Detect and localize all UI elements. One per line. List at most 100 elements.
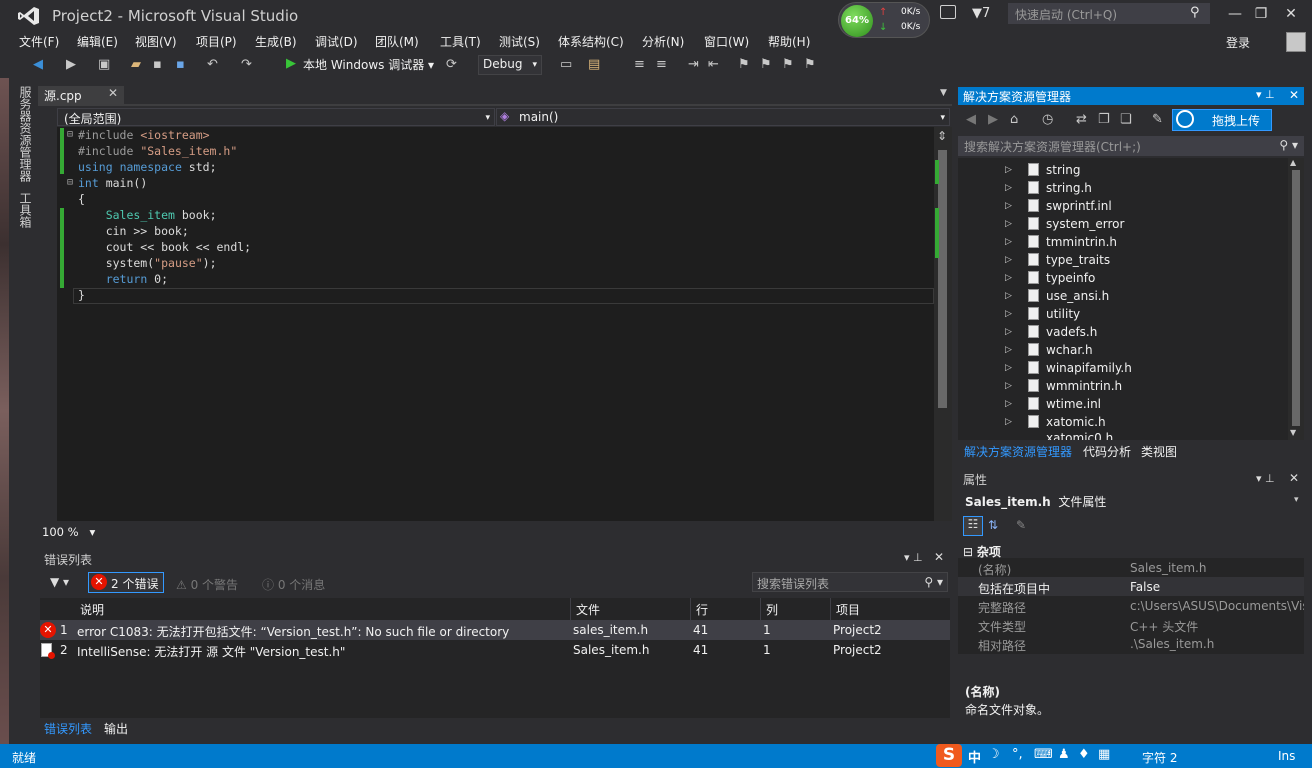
save-all-icon[interactable]: ▪ — [176, 57, 185, 72]
pin-icon[interactable]: ▾ ⊥ — [1256, 472, 1275, 485]
expand-icon[interactable]: ▷ — [1005, 237, 1012, 247]
code-line-3[interactable]: using namespace std; — [78, 160, 217, 176]
quick-launch-input[interactable]: 快速启动 (Ctrl+Q) — [1008, 3, 1210, 24]
code-line-8[interactable]: cout << book << endl; — [78, 240, 251, 256]
messages-filter-button[interactable]: ⓘ 0 个消息 — [262, 576, 325, 593]
keyboard-icon[interactable]: ⌨ — [1034, 747, 1053, 762]
tree-item[interactable]: winapifamily.h — [1046, 361, 1132, 375]
save-icon[interactable]: ▪ — [153, 57, 162, 72]
start-debugging-button[interactable]: 本地 Windows 调试器 ▾ — [286, 56, 434, 73]
properties-object-selector[interactable]: Sales_item.h 文件属性 — [965, 493, 1106, 510]
menu-window[interactable]: 窗口(W) — [704, 33, 749, 50]
split-icon[interactable]: ⇕ — [937, 129, 947, 143]
tree-item[interactable]: use_ansi.h — [1046, 289, 1109, 303]
tab-error-list[interactable]: 错误列表 — [44, 720, 92, 737]
collapse-icon[interactable]: ⊟ — [67, 177, 73, 188]
uncomment-icon[interactable]: ≡ — [656, 57, 667, 72]
properties-wrench-icon[interactable]: ✎ — [1152, 112, 1163, 127]
code-line-6[interactable]: Sales_item book; — [78, 208, 217, 224]
expand-icon[interactable]: ▷ — [1005, 273, 1012, 283]
sync-icon[interactable]: ⇄ — [1076, 112, 1087, 127]
pin-icon[interactable]: ▾ ⊥ — [904, 551, 923, 564]
chevron-down-icon[interactable]: ▾ — [1294, 495, 1299, 505]
tree-item[interactable]: swprintf.inl — [1046, 199, 1112, 213]
expand-icon[interactable]: ▷ — [1005, 363, 1012, 373]
minimize-button[interactable]: — — [1222, 3, 1248, 25]
new-project-icon[interactable]: ▣ — [98, 57, 110, 72]
error-search-input[interactable]: 搜索错误列表 ⚲ ▾ — [752, 572, 948, 592]
column-header-file[interactable]: 文件 — [576, 601, 600, 618]
sogou-ime-icon[interactable]: S — [936, 744, 962, 767]
tree-item[interactable]: string — [1046, 163, 1080, 177]
property-pages-icon[interactable]: ✎ — [1016, 518, 1026, 532]
code-line-7[interactable]: cin >> book; — [78, 224, 189, 240]
expand-icon[interactable]: ▷ — [1005, 309, 1012, 319]
server-explorer-tab[interactable]: 服务器资源管理器 — [17, 86, 34, 182]
tree-item[interactable]: xatomic0.h — [1046, 432, 1113, 440]
scrollbar-thumb[interactable] — [1292, 170, 1300, 426]
column-header-project[interactable]: 项目 — [836, 601, 860, 618]
alphabetical-icon[interactable]: ⇅ — [988, 518, 998, 532]
menu-architecture[interactable]: 体系结构(C) — [558, 33, 624, 50]
menu-project[interactable]: 项目(P) — [196, 33, 237, 50]
comment-icon[interactable]: ≡ — [634, 57, 645, 72]
scrollbar-thumb[interactable] — [938, 150, 947, 408]
expand-icon[interactable]: ▷ — [1005, 345, 1012, 355]
feedback-icon[interactable] — [940, 5, 956, 19]
menu-edit[interactable]: 编辑(E) — [77, 33, 118, 50]
user-icon[interactable]: ♟ — [1058, 747, 1070, 762]
expand-icon[interactable]: ▷ — [1005, 291, 1012, 301]
filter-icon[interactable]: ▼ ▾ — [50, 575, 69, 589]
expand-icon[interactable]: ▷ — [1005, 183, 1012, 193]
notifications-button[interactable]: ▼7 — [972, 6, 990, 21]
expand-icon[interactable]: ▷ — [1005, 399, 1012, 409]
search-icon[interactable]: ⚲ — [1190, 5, 1200, 20]
scroll-up-icon[interactable]: ▲ — [1290, 158, 1296, 167]
menu-team[interactable]: 团队(M) — [375, 33, 419, 50]
close-icon[interactable]: ✕ — [1289, 471, 1299, 485]
ime-language[interactable]: 中 — [968, 747, 981, 766]
close-icon[interactable]: ✕ — [1289, 88, 1299, 102]
tab-output[interactable]: 输出 — [104, 720, 128, 737]
refresh-icon[interactable]: ⟳ — [446, 57, 457, 72]
close-window-button[interactable]: ✕ — [1278, 3, 1304, 25]
property-name[interactable]: (名称) — [978, 561, 1011, 578]
expand-icon[interactable]: ▷ — [1005, 381, 1012, 391]
history-icon[interactable]: ◷ — [1042, 112, 1053, 127]
next-bookmark-icon[interactable]: ⚑ — [782, 57, 794, 72]
solution-search-input[interactable]: 搜索解决方案资源管理器(Ctrl+;) ⚲ ▾ — [958, 136, 1304, 156]
forward-icon[interactable]: ▶ — [988, 112, 998, 127]
tab-solution-explorer[interactable]: 解决方案资源管理器 — [964, 443, 1072, 460]
code-line-10[interactable]: return 0; — [78, 272, 168, 288]
menu-build[interactable]: 生成(B) — [255, 33, 297, 50]
code-line-5[interactable]: { — [78, 192, 85, 208]
tree-item[interactable]: tmmintrin.h — [1046, 235, 1117, 249]
skin-icon[interactable]: ♦ — [1078, 747, 1090, 762]
find-in-files-icon[interactable]: ▤ — [588, 57, 600, 72]
tree-item[interactable]: wmmintrin.h — [1046, 379, 1122, 393]
moon-icon[interactable]: ☽ — [988, 747, 1000, 762]
punctuation-icon[interactable]: °, — [1012, 747, 1023, 762]
scope-dropdown[interactable]: (全局范围) ▾ — [57, 108, 495, 126]
open-file-icon[interactable]: ▰ — [131, 57, 141, 72]
toolbox-tab[interactable]: 工具箱 — [17, 192, 34, 228]
show-all-files-icon[interactable]: ❏ — [1120, 112, 1132, 127]
column-header-description[interactable]: 说明 — [80, 601, 104, 618]
column-header-line[interactable]: 行 — [696, 601, 708, 618]
expand-icon[interactable]: ▷ — [1005, 327, 1012, 337]
expand-icon[interactable]: ▷ — [1005, 255, 1012, 265]
code-line-4[interactable]: int main() — [78, 176, 147, 192]
collapse-all-icon[interactable]: ❐ — [1098, 112, 1110, 127]
undo-icon[interactable]: ↶ — [207, 57, 218, 72]
close-icon[interactable]: ✕ — [934, 550, 944, 564]
clear-bookmarks-icon[interactable]: ⚑ — [804, 57, 816, 72]
code-line-9[interactable]: system("pause"); — [78, 256, 217, 272]
code-line-11[interactable]: } — [78, 288, 85, 304]
tree-item[interactable]: vadefs.h — [1046, 325, 1097, 339]
menu-analyze[interactable]: 分析(N) — [642, 33, 684, 50]
property-value[interactable]: Sales_item.h — [1130, 561, 1304, 575]
collapse-icon[interactable]: ⊟ — [67, 129, 73, 140]
close-icon[interactable]: ✕ — [108, 86, 118, 100]
solution-configuration-select[interactable]: Debug ▾ — [478, 55, 542, 75]
property-name[interactable]: 完整路径 — [978, 599, 1026, 616]
